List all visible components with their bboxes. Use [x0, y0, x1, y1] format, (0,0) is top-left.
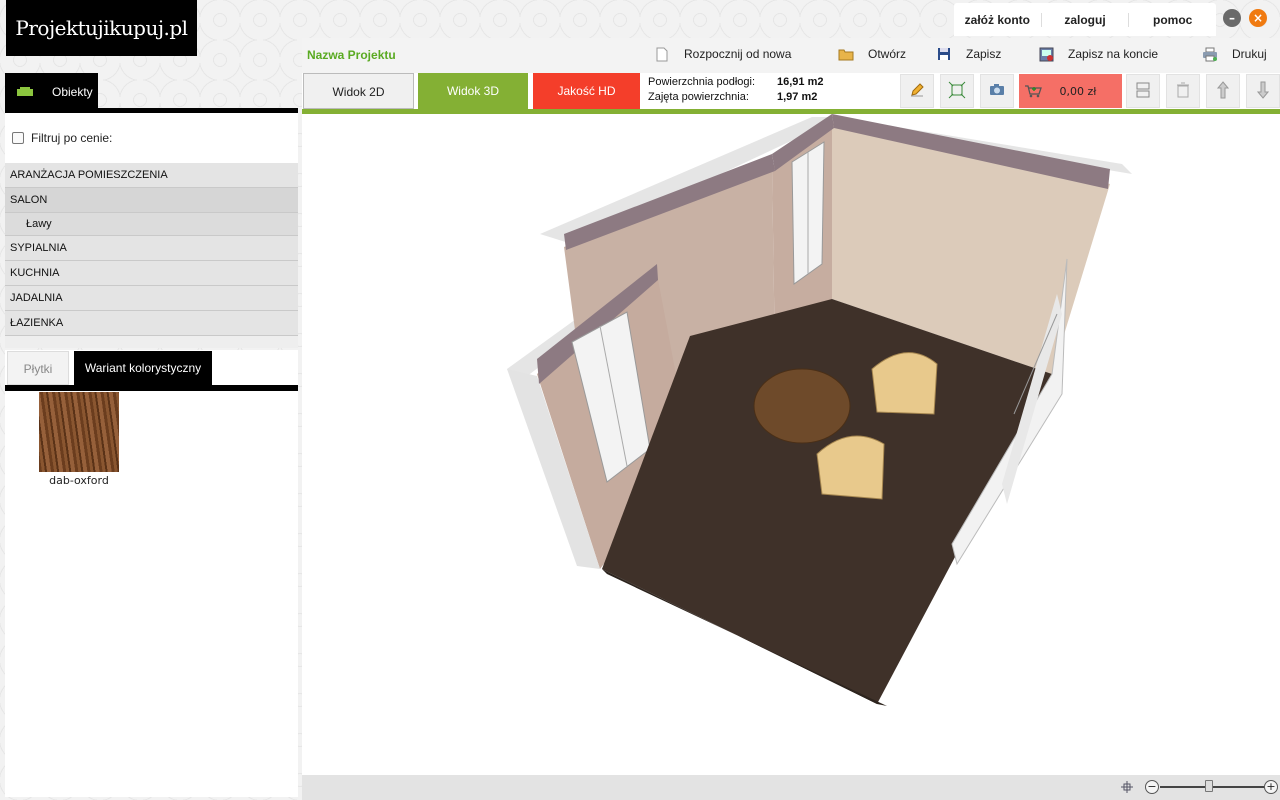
status-bar: − +: [302, 775, 1280, 800]
category-list: ARANŻACJA POMIESZCZENIA SALON Ławy SYPIA…: [5, 163, 298, 348]
floor-area-label: Powierzchnia podłogi:: [648, 76, 756, 88]
open-label: Otwórz: [868, 47, 907, 61]
save-account-label: Zapisz na koncie: [1068, 47, 1159, 61]
arrow-down-icon: [1256, 81, 1270, 102]
move-up-button[interactable]: [1206, 74, 1240, 108]
material-tabs: Płytki Wariant kolorystyczny: [5, 350, 298, 386]
camera-icon: [989, 83, 1005, 99]
swatch-panel: dab-oxford: [5, 391, 298, 797]
print-label: Drukuj: [1232, 47, 1267, 61]
save-button[interactable]: Zapisz: [936, 46, 1001, 62]
layers-button[interactable]: [1126, 74, 1160, 108]
tab-objects-label: Obiekty: [52, 85, 93, 99]
occupied-area-value: 1,97 m2: [777, 91, 818, 103]
open-button[interactable]: Otwórz: [838, 46, 906, 62]
save-label: Zapisz: [966, 47, 1002, 61]
category-item[interactable]: ŁAZIENKA: [5, 311, 298, 336]
folder-icon: [838, 46, 854, 62]
printer-icon: [1202, 46, 1218, 62]
subcategory-item[interactable]: Ławy: [5, 213, 298, 236]
pencil-icon: [909, 82, 925, 101]
tab-objects[interactable]: Obiekty: [5, 73, 98, 111]
help-link[interactable]: pomoc: [1129, 13, 1216, 27]
logo-text: Projektujikupuj.pl: [15, 16, 188, 40]
price-value: 0,00 zł: [1059, 84, 1097, 98]
resize-icon: [948, 81, 966, 102]
zoom-out-button[interactable]: −: [1145, 780, 1159, 794]
area-info: Powierzchnia podłogi: 16,91 m2 Zajęta pow…: [648, 75, 823, 105]
cart-icon: [1024, 84, 1044, 98]
close-button[interactable]: ×: [1249, 9, 1267, 27]
zoom-slider-handle[interactable]: [1205, 780, 1213, 792]
category-item[interactable]: KUCHNIA: [5, 261, 298, 286]
logo[interactable]: Projektujikupuj.pl: [6, 0, 197, 56]
new-document-icon: [654, 46, 670, 62]
tab-color-variant[interactable]: Wariant kolorystyczny: [74, 351, 212, 385]
category-item[interactable]: ARANŻACJA POMIESZCZENIA: [5, 163, 298, 188]
zoom-in-button[interactable]: +: [1264, 780, 1278, 794]
edit-button[interactable]: [900, 74, 934, 108]
arrow-up-icon: [1216, 80, 1230, 102]
delete-button[interactable]: [1166, 74, 1200, 108]
category-item[interactable]: SYPIALNIA: [5, 236, 298, 261]
top-toolbar: Nazwa Projektu Rozpocznij od nowa Otwórz…: [302, 38, 1280, 73]
tab-tiles[interactable]: Płytki: [7, 351, 69, 385]
camera-button[interactable]: [980, 74, 1014, 108]
view-3d-button[interactable]: Widok 3D: [418, 73, 528, 109]
price-filter-checkbox[interactable]: [12, 132, 24, 144]
room-3d-render: [507, 114, 1132, 706]
category-item[interactable]: JADALNIA: [5, 286, 298, 311]
register-link[interactable]: załóż konto: [954, 12, 1042, 27]
swatch-image: [39, 392, 119, 472]
restart-label: Rozpocznij od nowa: [684, 47, 792, 61]
price-filter-label: Filtruj po cenie:: [31, 131, 113, 145]
3d-view-canvas[interactable]: [302, 114, 1280, 775]
view-2d-button[interactable]: Widok 2D: [303, 73, 414, 109]
occupied-area-label: Zajęta powierzchnia:: [648, 91, 749, 103]
hd-quality-button[interactable]: Jakość HD: [533, 73, 640, 109]
login-link[interactable]: zaloguj: [1042, 12, 1130, 27]
sidebar: Obiekty Filtruj po cenie: ARANŻACJA POMI…: [5, 73, 298, 797]
price-filter: Filtruj po cenie:: [5, 113, 298, 163]
project-name[interactable]: Nazwa Projektu: [307, 48, 396, 62]
resize-button[interactable]: [940, 74, 974, 108]
swatch-item[interactable]: dab-oxford: [39, 392, 119, 487]
swatch-label: dab-oxford: [49, 474, 109, 487]
minimize-button[interactable]: –: [1223, 9, 1241, 27]
sofa-icon: [17, 86, 39, 98]
restart-button[interactable]: Rozpocznij od nowa: [654, 46, 791, 62]
fit-view-icon[interactable]: [1120, 780, 1134, 797]
floppy-icon: [936, 46, 952, 62]
price-display[interactable]: 0,00 zł: [1019, 74, 1122, 108]
save-account-button[interactable]: Zapisz na koncie: [1038, 46, 1158, 62]
top-links: załóż konto zaloguj pomoc: [954, 3, 1216, 36]
layers-icon: [1136, 81, 1150, 102]
move-down-button[interactable]: [1246, 74, 1280, 108]
save-account-icon: [1038, 46, 1054, 62]
print-button[interactable]: Drukuj: [1202, 46, 1267, 62]
category-item[interactable]: SALON: [5, 188, 298, 213]
view-toolbar: Widok 2D Widok 3D Jakość HD Powierzchnia…: [302, 73, 1280, 110]
floor-area-value: 16,91 m2: [777, 76, 824, 88]
trash-icon: [1176, 82, 1190, 101]
